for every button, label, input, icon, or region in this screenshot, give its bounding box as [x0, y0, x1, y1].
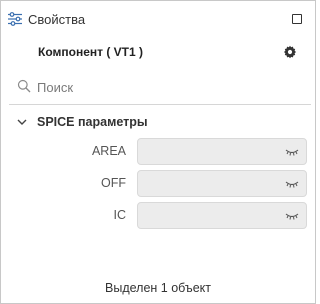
hidden-eye-icon[interactable]	[285, 212, 299, 221]
hidden-eye-icon[interactable]	[285, 148, 299, 157]
property-label: IC	[113, 208, 127, 222]
component-header: Компонент ( VT1 )	[1, 39, 315, 65]
search-input[interactable]	[37, 76, 297, 98]
property-label: AREA	[91, 144, 126, 158]
property-row-off: OFF	[1, 170, 315, 198]
search-divider	[9, 104, 311, 105]
maximize-icon[interactable]	[292, 14, 302, 24]
hidden-eye-icon[interactable]	[285, 180, 299, 189]
gear-icon[interactable]	[283, 45, 297, 59]
section-title: SPICE параметры	[37, 115, 148, 129]
component-title: Компонент ( VT1 )	[38, 45, 143, 59]
property-field-off[interactable]	[137, 170, 307, 197]
chevron-down-icon	[17, 119, 27, 125]
search-icon	[17, 79, 31, 93]
panel-titlebar: Свойства	[1, 1, 315, 37]
search-box	[9, 73, 311, 101]
property-row-ic: IC	[1, 202, 315, 230]
property-row-area: AREA	[1, 138, 315, 166]
panel-title: Свойства	[28, 12, 86, 27]
section-spice-parameters[interactable]: SPICE параметры	[1, 113, 315, 133]
sliders-icon	[8, 12, 22, 26]
selection-status: Выделен 1 объект	[105, 281, 211, 295]
property-field-ic[interactable]	[137, 202, 307, 229]
property-field-area[interactable]	[137, 138, 307, 165]
property-label: OFF	[101, 176, 126, 190]
properties-panel: Свойства Компонент ( VT1 ) SPICE парамет…	[0, 0, 316, 304]
